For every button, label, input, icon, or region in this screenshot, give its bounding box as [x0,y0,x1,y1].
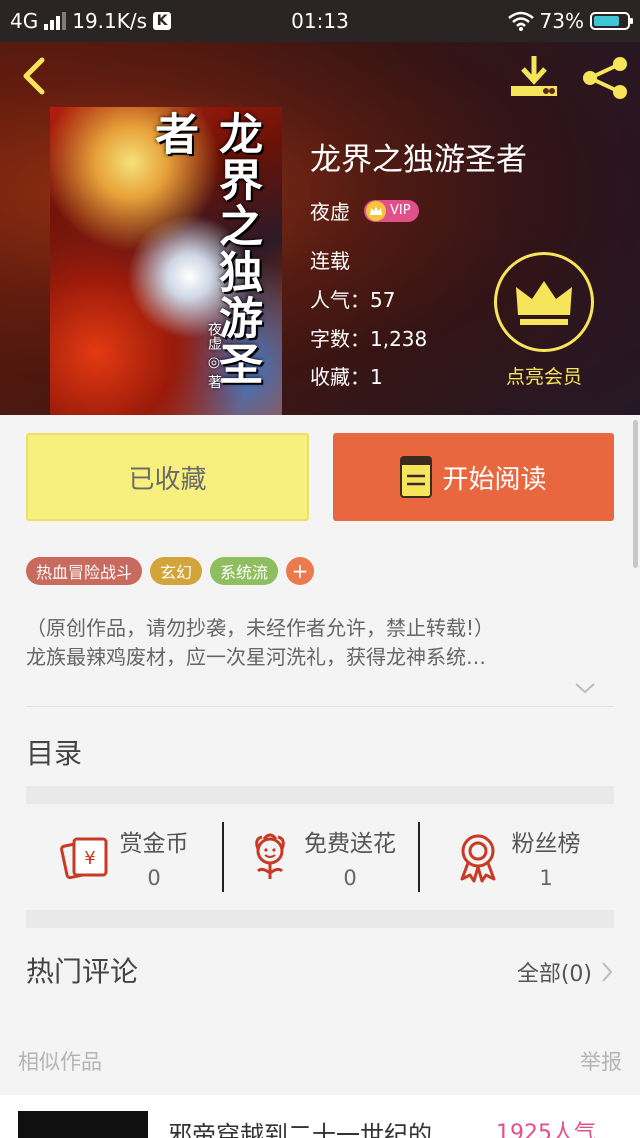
book-title: 龙界之独游圣者 [310,142,527,178]
book-cover[interactable]: 龙界之独游圣者 夜虚 ◎ 著 [50,107,282,415]
start-reading-label: 开始阅读 [442,464,547,495]
back-icon[interactable] [18,56,52,96]
tag-list: 热血冒险战斗 玄幻 系统流 + [26,557,315,585]
battery-percent: 73% [539,9,584,33]
author-name[interactable]: 夜虚 [310,196,350,225]
free-flowers[interactable]: 免费送花 0 [222,804,418,910]
stat-label: 粉丝榜 [511,831,581,857]
crown-icon [366,200,386,221]
medal-icon [460,834,495,883]
cover-author: 夜虚 ◎ 著 [206,322,222,389]
description-line: 龙族最辣鸡废材，应一次星河洗礼，获得龙神系统… [26,645,486,669]
author-row: 夜虚 VIP [310,196,419,225]
similar-works-title: 相似作品 [18,1050,102,1074]
similar-book-item[interactable]: 邪帝穿越到二十一世纪的… 1925人气 [0,1095,640,1138]
similar-works-header: 相似作品 举报 [0,1032,640,1092]
crown-icon [494,252,594,352]
tag-item[interactable]: 系统流 [210,557,279,585]
book-header: 龙界之独游圣者 夜虚 ◎ 著 龙界之独游圣者 夜虚 VIP 连载 人气：57 字… [0,42,640,415]
scrollbar[interactable] [633,420,638,568]
serial-status: 连载 [310,249,350,273]
coin-envelope-icon: ¥ [59,837,107,880]
all-comments-link[interactable]: 全部(0) [517,956,614,988]
divider [26,706,614,707]
similar-book-popularity: 1925人气 [496,1121,596,1138]
status-bar: 4G 19.1K/s K 01:13 73% [0,0,640,42]
wifi-icon [507,11,534,31]
similar-book-cover [18,1111,148,1138]
book-icon [400,456,433,498]
all-comments-label: 全部(0) [516,962,592,987]
svg-text:¥: ¥ [84,848,95,869]
collected-label: 已收藏 [128,464,207,495]
stat-value: 0 [147,866,161,890]
support-stats: ¥ 赏金币 0 免费送花 0 粉丝榜 1 [26,804,614,910]
collected-button[interactable]: 已收藏 [26,433,309,521]
member-button[interactable]: 点亮会员 [493,252,595,392]
member-label: 点亮会员 [505,366,582,388]
tag-item[interactable]: 玄幻 [150,557,203,585]
download-icon[interactable] [508,54,560,100]
stat-label: 免费送花 [304,831,396,857]
table-of-contents[interactable]: 目录 [26,732,82,772]
description-line: （原创作品，请勿抄袭，未经作者允许，禁止转载!） [26,616,495,640]
flower-icon [255,833,285,879]
similar-book-title: 邪帝穿越到二十一世纪的… [168,1121,456,1138]
vip-badge: VIP [364,199,419,222]
add-tag-button[interactable]: + [286,557,315,585]
book-description[interactable]: （原创作品，请勿抄袭，未经作者允许，禁止转载!） 龙族最辣鸡废材，应一次星河洗礼… [26,614,606,672]
tag-item[interactable]: 热血冒险战斗 [26,557,143,585]
section-separator [26,910,614,928]
chevron-down-icon[interactable] [573,680,597,696]
hot-comments-header: 热门评论 全部(0) [26,950,614,990]
section-separator [26,786,614,804]
report-button[interactable]: 举报 [580,1046,622,1076]
vip-label: VIP [390,203,411,218]
share-icon[interactable] [580,54,630,102]
word-count: 字数：1,238 [310,327,428,351]
stat-value: 1 [539,866,553,890]
favorite-count: 收藏：1 [310,365,383,389]
stat-value: 0 [343,866,357,890]
stat-label: 赏金币 [119,831,189,857]
start-reading-button[interactable]: 开始阅读 [333,433,614,521]
chevron-right-icon [602,962,613,982]
fan-ranking[interactable]: 粉丝榜 1 [418,804,614,910]
battery-icon [590,12,633,30]
hot-comments-title: 热门评论 [26,955,139,988]
reward-coins[interactable]: ¥ 赏金币 0 [26,804,222,910]
popularity: 人气：57 [310,288,396,312]
